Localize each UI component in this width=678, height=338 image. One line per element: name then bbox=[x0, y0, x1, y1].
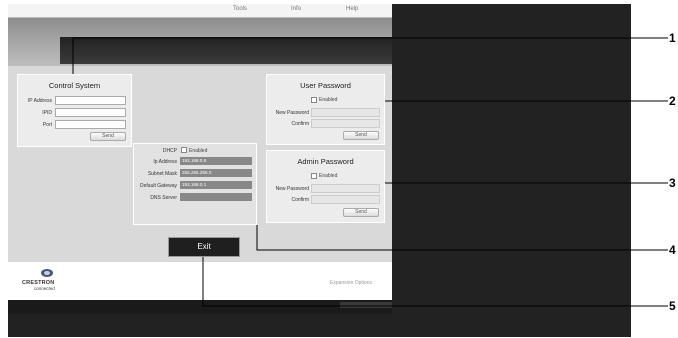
callout-number-3: 3 bbox=[669, 176, 676, 190]
callout-number-2: 2 bbox=[669, 94, 676, 108]
callout-line-5 bbox=[202, 257, 668, 307]
callout-number-4: 4 bbox=[669, 243, 676, 257]
callout-number-1: 1 bbox=[669, 31, 676, 45]
callout-line-4 bbox=[256, 225, 668, 251]
callout-lines bbox=[72, 37, 668, 307]
screen: Tools Info Help Control System IP Addres… bbox=[0, 0, 678, 338]
callout-number-5: 5 bbox=[669, 299, 676, 313]
callout-line-1 bbox=[72, 37, 668, 74]
